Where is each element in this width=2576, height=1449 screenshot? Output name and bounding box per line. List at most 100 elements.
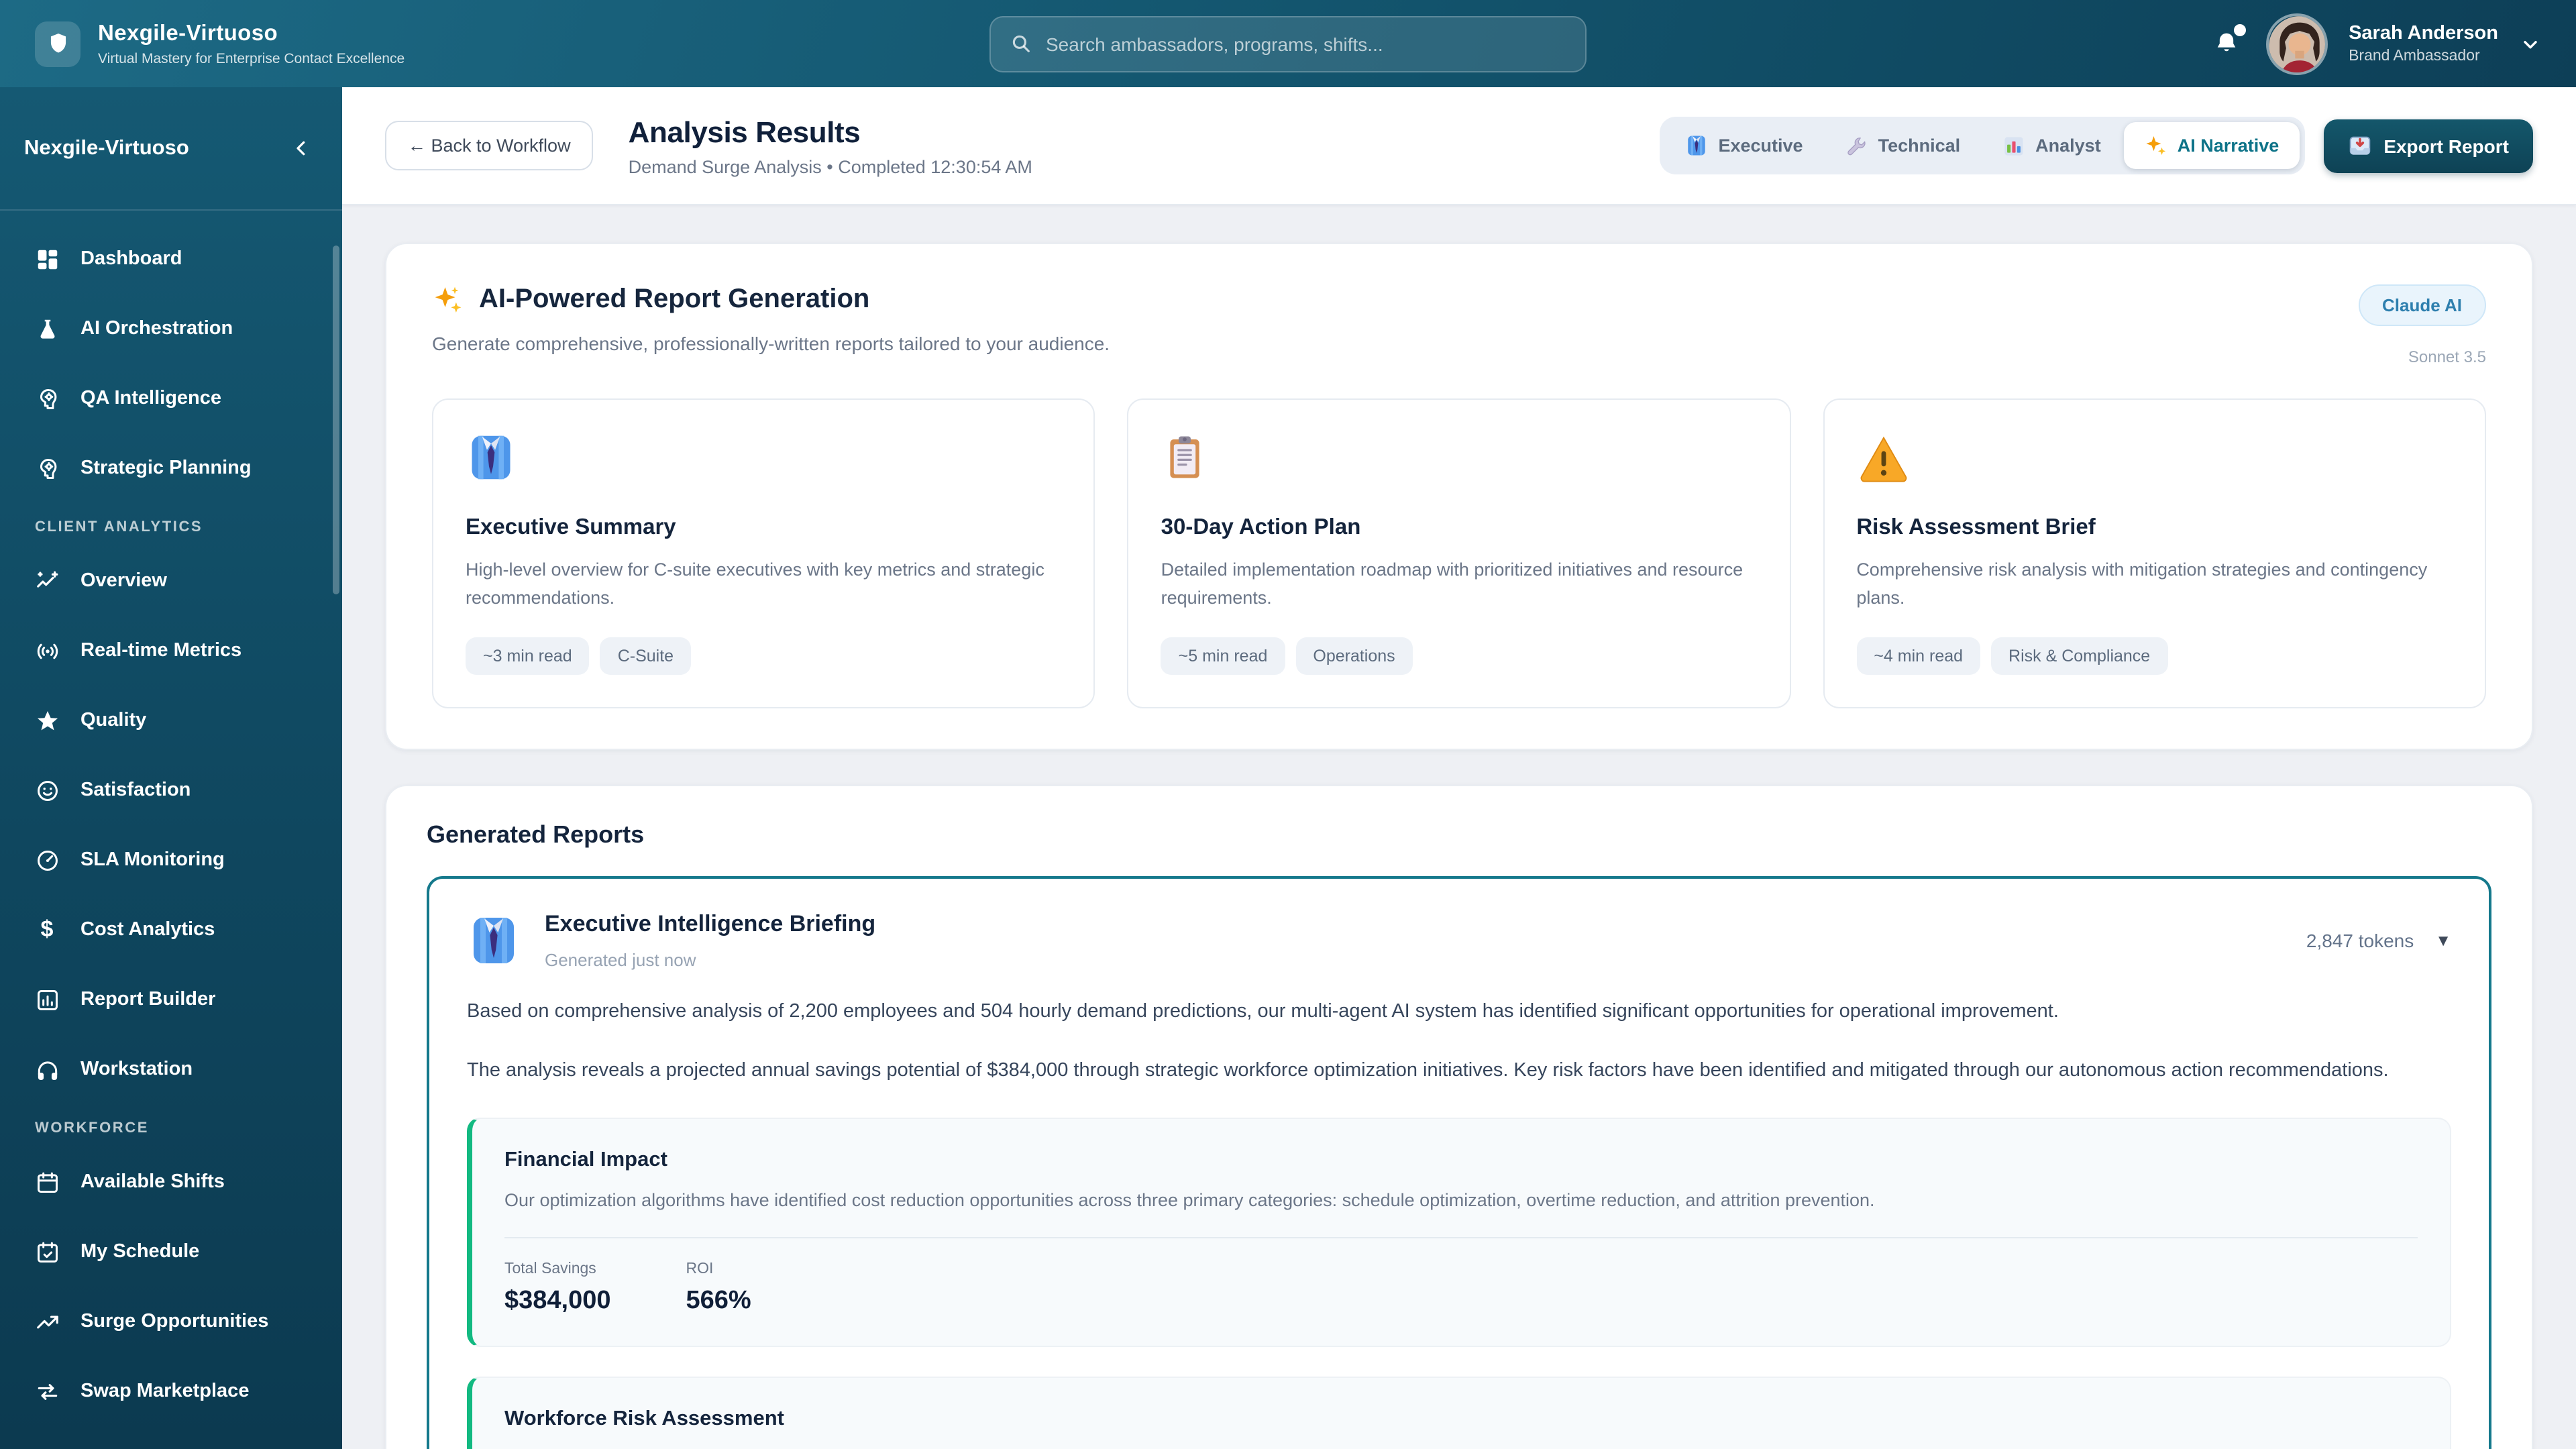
- sidebar-scrollbar[interactable]: [333, 246, 339, 594]
- page-title: Analysis Results: [628, 115, 861, 148]
- briefing-paragraph: The analysis reveals a projected annual …: [467, 1059, 2389, 1081]
- template-title: Executive Summary: [466, 515, 676, 539]
- workforce-risk-section: Workforce Risk Assessment XGBoost-powere…: [467, 1376, 2451, 1449]
- sidebar-item-report-builder[interactable]: Report Builder: [16, 973, 326, 1026]
- chevron-down-icon[interactable]: [2520, 33, 2541, 54]
- sidebar-item-quality[interactable]: Quality: [16, 694, 326, 747]
- tab-label: Analyst: [2035, 136, 2101, 156]
- template-tags: ~4 min read Risk & Compliance: [1856, 637, 2453, 675]
- sidebar-item-my-schedule[interactable]: My Schedule: [16, 1225, 326, 1279]
- trending-up-icon: [32, 1309, 62, 1334]
- stat-label: ROI: [686, 1260, 714, 1277]
- template-card-risk-assessment[interactable]: Risk Assessment Brief Comprehensive risk…: [1823, 398, 2486, 708]
- section-description: Our optimization algorithms have identif…: [504, 1189, 1875, 1210]
- global-search[interactable]: [989, 15, 1587, 72]
- necktie-icon: [466, 432, 1062, 486]
- topbar-right: Sarah Anderson Brand Ambassador: [2209, 13, 2541, 74]
- tab-label: AI Narrative: [2177, 136, 2279, 156]
- briefing-card: Executive Intelligence Briefing Generate…: [427, 875, 2491, 1449]
- tag-pill: ~5 min read: [1161, 637, 1285, 675]
- brain-gear-icon: [32, 455, 62, 481]
- search-input[interactable]: [1046, 33, 1566, 54]
- avatar[interactable]: [2265, 13, 2328, 74]
- tab-label: Executive: [1718, 136, 1803, 156]
- section-divider: [504, 1236, 2418, 1238]
- headphones-icon: [32, 1057, 62, 1082]
- sidebar-item-label: Satisfaction: [80, 780, 191, 801]
- smiley-icon: [32, 777, 62, 803]
- sidebar-item-cost-analytics[interactable]: $ Cost Analytics: [16, 903, 326, 957]
- app-name: Nexgile-Virtuoso: [98, 21, 278, 45]
- sidebar-item-swap-marketplace[interactable]: Swap Marketplace: [16, 1364, 326, 1418]
- report-generation-title: AI-Powered Report Generation: [479, 284, 870, 314]
- sidebar-item-sla-monitoring[interactable]: SLA Monitoring: [16, 833, 326, 887]
- user-info: Sarah Anderson Brand Ambassador: [2349, 23, 2498, 64]
- template-title: Risk Assessment Brief: [1856, 515, 2096, 539]
- radio-icon: [32, 638, 62, 663]
- stat-total-savings: Total Savings $384,000: [504, 1261, 611, 1316]
- collapse-toggle-icon[interactable]: ▼: [2435, 931, 2451, 950]
- sparkles-icon: [432, 284, 463, 315]
- content-area: AI-Powered Report Generation Generate co…: [342, 205, 2576, 1449]
- sidebar-item-label: Available Shifts: [80, 1171, 225, 1193]
- report-generation-subtitle: Generate comprehensive, professionally-w…: [432, 333, 1110, 354]
- sidebar-item-available-shifts[interactable]: Available Shifts: [16, 1155, 326, 1209]
- sidebar-item-label: AI Orchestration: [80, 318, 233, 339]
- search-icon: [1010, 32, 1032, 55]
- section-title: Workforce Risk Assessment: [504, 1407, 784, 1430]
- sidebar-item-overview[interactable]: Overview: [16, 554, 326, 608]
- stat-value: $384,000: [504, 1286, 611, 1315]
- provider-info: Claude AI Sonnet 3.5: [2358, 284, 2486, 366]
- tag-pill: C-Suite: [600, 637, 692, 675]
- tab-ai-narrative[interactable]: AI Narrative: [2123, 122, 2300, 169]
- sidebar-section-client-analytics: CLIENT ANALYTICS: [35, 519, 203, 535]
- template-card-action-plan[interactable]: 30-Day Action Plan Detailed implementati…: [1127, 398, 1791, 708]
- export-report-button[interactable]: Export Report: [2323, 119, 2533, 172]
- notifications-button[interactable]: [2209, 23, 2246, 61]
- sidebar-section-workforce: WORKFORCE: [35, 1120, 150, 1136]
- user-role: Brand Ambassador: [2349, 48, 2480, 64]
- sidebar-item-label: QA Intelligence: [80, 388, 222, 409]
- tab-label: Technical: [1878, 136, 1961, 156]
- page-subtitle: Demand Surge Analysis • Completed 12:30:…: [628, 156, 1032, 176]
- bar-chart-icon: [2003, 135, 2025, 156]
- sidebar-item-dashboard[interactable]: Dashboard: [16, 232, 326, 286]
- sidebar-item-surge-opportunities[interactable]: Surge Opportunities: [16, 1295, 326, 1348]
- sidebar-item-strategic-planning[interactable]: Strategic Planning: [16, 441, 326, 495]
- sidebar-collapse-button[interactable]: [283, 131, 318, 166]
- flask-icon: [32, 316, 62, 341]
- tab-technical[interactable]: Technical: [1826, 122, 1981, 169]
- sidebar-item-workstation[interactable]: Workstation: [16, 1042, 326, 1096]
- top-bar: Nexgile-Virtuoso Virtual Mastery for Ent…: [0, 0, 2576, 87]
- tab-executive[interactable]: Executive: [1665, 122, 1823, 169]
- sidebar-item-realtime-metrics[interactable]: Real-time Metrics: [16, 624, 326, 678]
- template-tags: ~5 min read Operations: [1161, 637, 1758, 675]
- sidebar-item-label: Swap Marketplace: [80, 1381, 250, 1402]
- briefing-generated-time: Generated just now: [545, 949, 696, 970]
- tab-analyst[interactable]: Analyst: [1983, 122, 2121, 169]
- sidebar-item-ai-orchestration[interactable]: AI Orchestration: [16, 302, 326, 356]
- provider-badge: Claude AI: [2358, 284, 2486, 326]
- sidebar-item-my-swaps[interactable]: My Swaps: [16, 1434, 326, 1449]
- sidebar-item-satisfaction[interactable]: Satisfaction: [16, 763, 326, 817]
- briefing-title: Executive Intelligence Briefing: [545, 910, 876, 936]
- section-description: XGBoost-powered attrition analysis ident…: [504, 1446, 2418, 1449]
- briefing-meta[interactable]: 2,847 tokens ▼: [2306, 930, 2451, 951]
- swap-horizontal-icon: [32, 1379, 62, 1404]
- calendar-check-icon: [32, 1239, 62, 1265]
- section-title: Financial Impact: [504, 1148, 667, 1171]
- section-stats: Total Savings $384,000 ROI 566%: [504, 1261, 2418, 1316]
- generated-reports-card: Generated Reports Executive Intelligence…: [385, 784, 2533, 1449]
- warning-icon: [1856, 432, 2453, 486]
- sidebar-item-qa-intelligence[interactable]: QA Intelligence: [16, 372, 326, 425]
- template-card-executive-summary[interactable]: Executive Summary High-level overview fo…: [432, 398, 1095, 708]
- gauge-icon: [32, 847, 62, 873]
- back-to-workflow-button[interactable]: ← Back to Workflow: [385, 121, 594, 170]
- template-tags: ~3 min read C-Suite: [466, 637, 1062, 675]
- clipboard-icon: [1161, 432, 1758, 486]
- generated-reports-heading: Generated Reports: [427, 820, 645, 848]
- model-label: Sonnet 3.5: [2408, 347, 2486, 366]
- sparkles-icon: [2144, 134, 2167, 157]
- notification-dot: [2233, 23, 2246, 36]
- stat-roi: ROI 566%: [686, 1261, 751, 1316]
